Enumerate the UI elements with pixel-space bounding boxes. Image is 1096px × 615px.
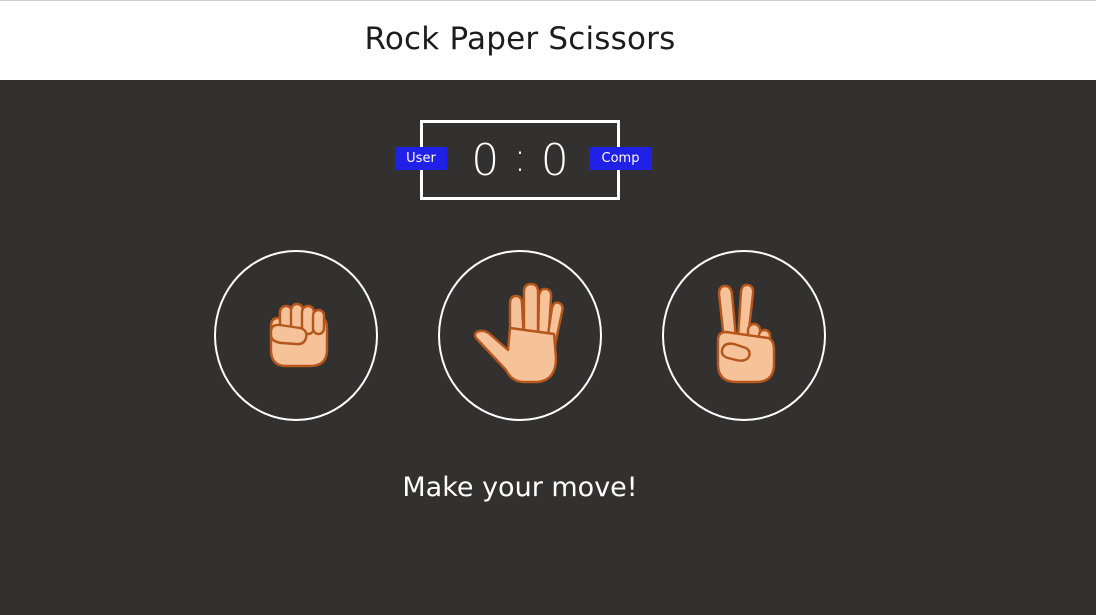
fist-icon — [269, 302, 329, 368]
score-display: 0 : 0 — [423, 123, 617, 197]
status-message: Make your move! — [402, 472, 638, 503]
paper-choice-button[interactable] — [438, 250, 602, 421]
user-score: 0 — [471, 134, 500, 186]
open-hand-icon — [473, 282, 564, 384]
comp-score: 0 — [540, 134, 569, 186]
game-area: 0 : 0 User Comp Make your move! — [0, 80, 1096, 615]
user-badge: User — [395, 147, 447, 170]
scissors-choice-button[interactable] — [662, 250, 826, 421]
score-separator: : — [513, 135, 527, 181]
page-title: Rock Paper Scissors — [364, 21, 676, 57]
comp-badge: Comp — [589, 147, 652, 170]
victory-hand-icon — [716, 283, 776, 384]
rock-choice-button[interactable] — [214, 250, 378, 421]
app-header: Rock Paper Scissors — [0, 1, 1096, 80]
